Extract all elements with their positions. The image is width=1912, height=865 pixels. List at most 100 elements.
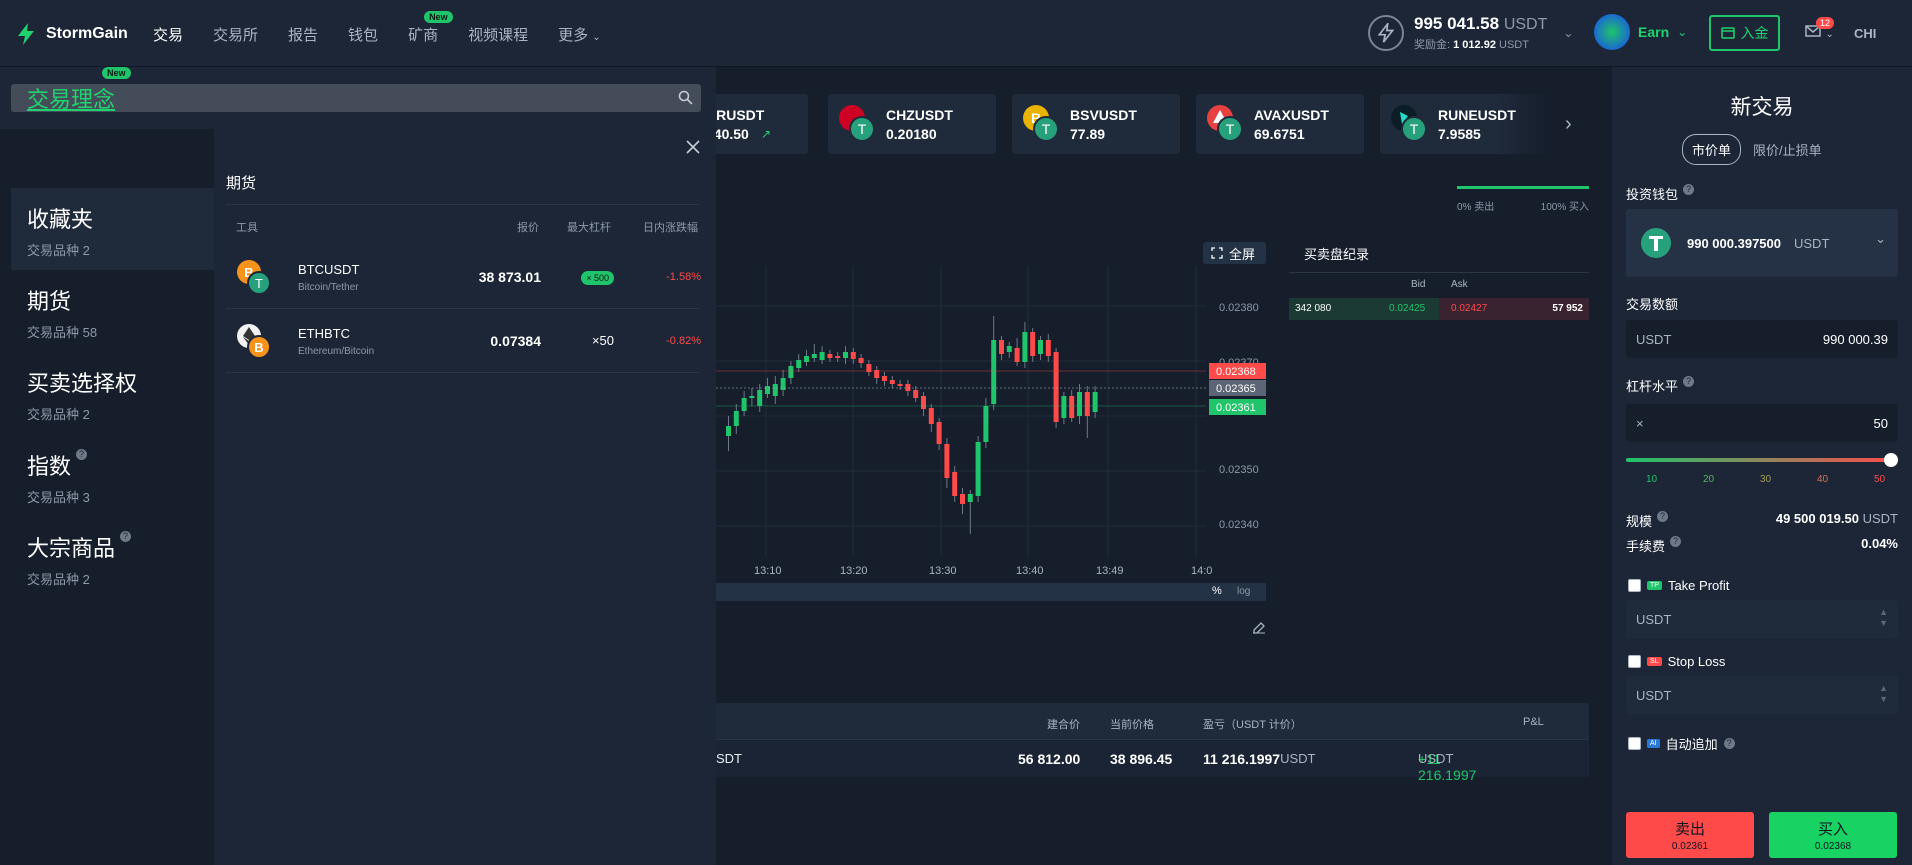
language-selector[interactable]: CHI	[1854, 26, 1876, 41]
deposit-button[interactable]: 入金	[1709, 15, 1780, 51]
logo[interactable]: StormGain	[14, 22, 128, 46]
info-icon[interactable]: ?	[1670, 536, 1682, 547]
candle-body	[850, 352, 856, 359]
balance-widget[interactable]: 995 041.58 USDT 奖励金: 1 012.92 USDT ⌄	[1368, 14, 1573, 52]
info-icon[interactable]: ?	[76, 449, 88, 460]
ticker-card[interactable]: T AVAXUSDT 69.6751	[1196, 94, 1364, 154]
sell-button[interactable]: 卖出 0.02361	[1626, 812, 1754, 858]
candle-body	[858, 358, 864, 363]
nav-wallet[interactable]: 钱包	[348, 24, 378, 45]
instrument-row[interactable]: B ETHBTC Ethereum/Bitcoin 0.07384 ×50 -0…	[226, 309, 701, 373]
svg-text:T: T	[255, 276, 263, 291]
mail-button[interactable]: 12 ⌄	[1805, 17, 1835, 42]
bsv-coin-icon: BT	[1023, 105, 1059, 142]
ticker-price: 7.9585	[1438, 126, 1481, 142]
nav-reports[interactable]: 报告	[288, 24, 318, 45]
earn-menu[interactable]: Earn ⌄	[1594, 14, 1687, 50]
take-profit-input[interactable]: USDT ▲ ▼	[1626, 600, 1898, 638]
auto-add-checkbox[interactable]	[1628, 737, 1641, 750]
candle-body	[1022, 332, 1028, 362]
auto-add-toggle[interactable]: AI 自动追加 ?	[1628, 734, 1735, 753]
ask-label: Ask	[1451, 279, 1468, 290]
leverage-slider-handle[interactable]	[1884, 453, 1898, 467]
sell-label: 卖出	[1674, 821, 1705, 838]
position-row[interactable]: SDT 56 812.00 38 896.45 11 216.1997 USDT…	[716, 739, 1589, 783]
log-scale-toggle[interactable]: log	[1237, 586, 1250, 597]
chevron-right-icon[interactable]: ›	[1565, 113, 1572, 136]
candle-body	[765, 386, 770, 394]
category-favorites[interactable]: 收藏夹 交易品种 2	[11, 188, 214, 270]
ticker-card[interactable]: T RUNEUSDT 7.9585	[1380, 94, 1548, 154]
leverage-input[interactable]: × 50	[1626, 404, 1898, 442]
trading-ideas-link[interactable]: 交易理念	[27, 82, 115, 114]
take-profit-checkbox[interactable]	[1628, 579, 1641, 592]
category-futures[interactable]: 期货 交易品种 58	[11, 270, 214, 352]
take-profit-toggle[interactable]: TP Take Profit	[1628, 578, 1729, 593]
chevron-down-icon: ⌄	[1563, 26, 1574, 40]
info-icon[interactable]: ?	[1723, 738, 1735, 749]
price-chart[interactable]: 0.02380 0.02370 0.02350 0.02340 0.02368 …	[716, 266, 1266, 582]
tab-market-order[interactable]: 市价单	[1682, 134, 1742, 165]
stop-loss-input[interactable]: USDT ▲ ▼	[1626, 676, 1898, 714]
x-tick-label: 13:20	[840, 565, 868, 577]
take-profit-label: Take Profit	[1667, 578, 1730, 593]
stepper-icon[interactable]: ▲ ▼	[1879, 683, 1888, 705]
col-pnl-usdt: 盈亏（USDT 计价）	[1203, 719, 1302, 731]
percent-scale-toggle[interactable]: %	[1212, 585, 1222, 597]
nav-more[interactable]: 更多 ⌄	[558, 24, 601, 45]
tp-tag: TP	[1647, 581, 1662, 590]
bid-price: 0.02425	[1389, 303, 1426, 314]
wallet-selector[interactable]: 990 000.397500 USDT ⌄	[1626, 209, 1898, 277]
buy-button[interactable]: 买入 0.02368	[1769, 812, 1897, 858]
amount-input[interactable]: USDT 990 000.39	[1626, 320, 1898, 358]
candle-body	[811, 354, 817, 358]
ticker-card[interactable]: BT BSVUSDT 77.89	[1012, 94, 1180, 154]
ask-price: 0.02427	[1451, 303, 1488, 314]
info-icon[interactable]: ?	[1657, 511, 1669, 522]
ticker-card[interactable]: KRUSDT 740.50 ↗	[706, 94, 808, 154]
ticker-name: BSVUSDT	[1070, 107, 1137, 123]
candle-body	[889, 380, 895, 384]
leverage-prefix: ×	[1636, 416, 1644, 431]
fullscreen-button[interactable]: 全屏	[1203, 242, 1266, 264]
candle-body	[928, 408, 934, 424]
pnl-value: 11 216.1997	[1203, 751, 1281, 767]
candle-body	[975, 442, 981, 496]
stop-loss-label: Stop Loss	[1667, 654, 1726, 669]
nav-trade[interactable]: 交易	[153, 24, 183, 45]
info-icon[interactable]: ?	[1683, 376, 1695, 387]
bid-volume: 342 080	[1295, 303, 1332, 314]
amount-label: 交易数额	[1626, 297, 1679, 312]
buy-label: 买入	[1817, 821, 1848, 838]
category-indices[interactable]: 指数? 交易品种 3	[11, 435, 214, 517]
drawing-tool-icon[interactable]	[1252, 620, 1266, 634]
info-icon[interactable]: ?	[1683, 184, 1695, 195]
y-tick-label: 0.02380	[1219, 302, 1259, 314]
nav-video-courses[interactable]: 视频课程	[468, 24, 528, 45]
info-icon[interactable]: ?	[120, 531, 132, 542]
leverage-slider[interactable]	[1626, 458, 1898, 462]
ticker-card[interactable]: T CHZUSDT 0.20180	[828, 94, 996, 154]
ticker-name: CHZUSDT	[886, 107, 953, 123]
expand-icon	[1211, 247, 1223, 259]
position-pnl: 11 216.1997 USDT	[1203, 751, 1315, 767]
search-icon[interactable]	[678, 90, 693, 105]
instrument-row[interactable]: BT BTCUSDT Bitcoin/Tether 38 873.01 × 50…	[226, 245, 701, 309]
category-title: 买卖选择权	[27, 371, 138, 396]
nav-miner[interactable]: 矿商 New	[408, 11, 453, 45]
wallet-unit: USDT	[1794, 236, 1830, 251]
orderbook-divider	[1289, 272, 1589, 273]
tab-limit-order[interactable]: 限价/止损单	[1753, 140, 1822, 159]
close-icon[interactable]	[685, 139, 701, 155]
amount-currency: USDT	[1636, 332, 1672, 347]
nav-exchange[interactable]: 交易所	[213, 24, 258, 45]
category-commodities[interactable]: 大宗商品? 交易品种 2	[11, 517, 214, 599]
y-tick-label: 0.02340	[1219, 519, 1259, 531]
category-options[interactable]: 买卖选择权 交易品种 2	[11, 352, 214, 434]
size-unit: USDT	[1862, 511, 1898, 526]
stepper-icon[interactable]: ▲ ▼	[1879, 607, 1888, 629]
stop-loss-checkbox[interactable]	[1628, 655, 1641, 668]
lightning-logo-icon	[18, 23, 34, 45]
stop-loss-toggle[interactable]: SL Stop Loss	[1628, 654, 1725, 669]
candle-body	[952, 472, 958, 496]
